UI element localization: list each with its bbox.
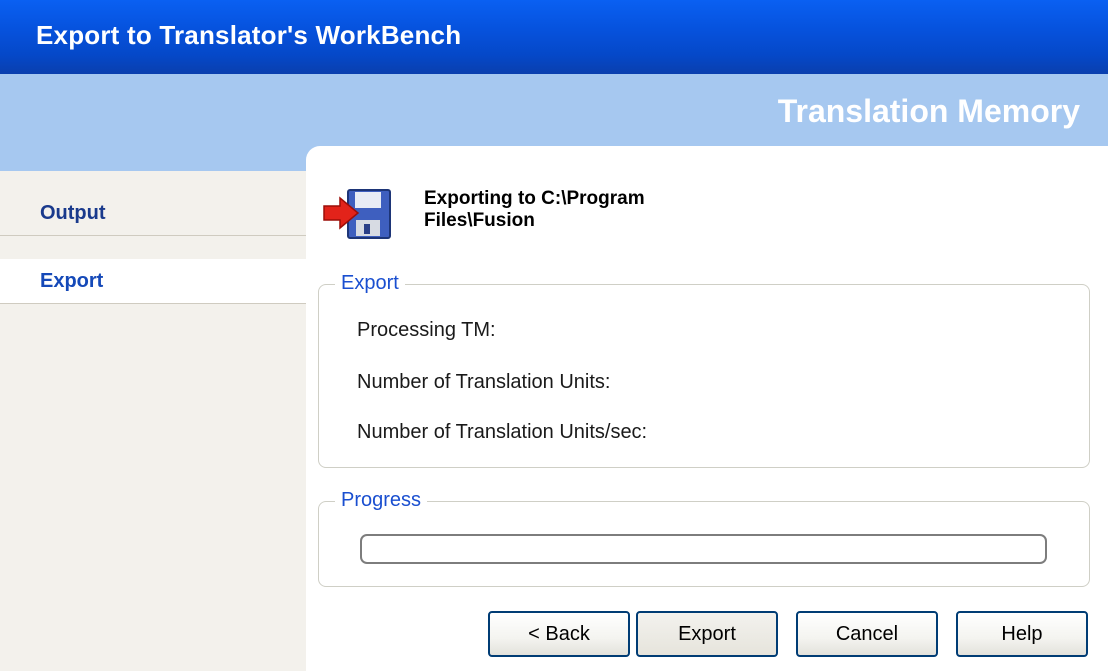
banner-heading: Translation Memory <box>777 93 1080 129</box>
back-button[interactable]: < Back <box>488 611 630 657</box>
title-bar[interactable]: Export to Translator's WorkBench <box>0 0 1108 74</box>
progress-group-legend: Progress <box>335 489 428 512</box>
export-group: Export Processing TM: Number of Translat… <box>318 272 1090 468</box>
sidebar-item-label: Output <box>40 202 106 224</box>
export-button[interactable]: Export <box>636 611 778 657</box>
window-frame-edge <box>1108 0 1116 671</box>
main-panel: Exporting to C:\Program Files\Fusion Exp… <box>306 146 1108 671</box>
export-group-legend: Export <box>335 272 405 295</box>
sidebar: Output Export <box>0 171 306 671</box>
processing-tm-label: Processing TM: <box>357 319 496 341</box>
window-title: Export to Translator's WorkBench <box>36 20 462 50</box>
sidebar-item-label: Export <box>40 270 104 292</box>
progress-bar <box>360 534 1047 564</box>
export-dialog: Export to Translator's WorkBench Transla… <box>0 0 1116 671</box>
sidebar-item-export[interactable]: Export <box>0 259 306 304</box>
export-destination: Exporting to C:\Program Files\Fusion <box>424 188 764 232</box>
save-export-icon <box>323 189 391 239</box>
cancel-button[interactable]: Cancel <box>796 611 938 657</box>
export-destination-line1: Exporting to C:\Program <box>424 188 645 209</box>
progress-group: Progress <box>318 489 1090 587</box>
help-button[interactable]: Help <box>956 611 1088 657</box>
export-destination-line2: Files\Fusion <box>424 210 535 231</box>
translation-units-label: Number of Translation Units: <box>357 371 611 393</box>
translation-units-rate-label: Number of Translation Units/sec: <box>357 421 648 443</box>
sidebar-item-output[interactable]: Output <box>0 191 306 236</box>
